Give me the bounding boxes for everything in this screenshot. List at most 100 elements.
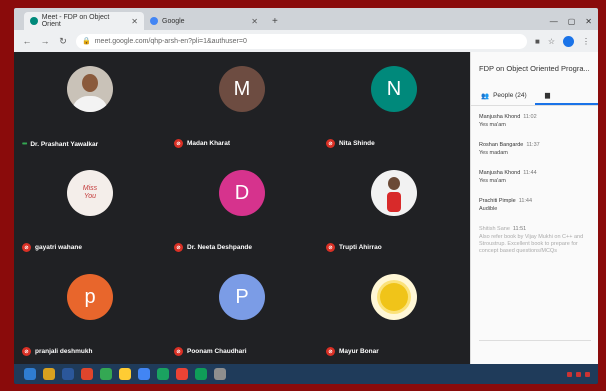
taskbar-app-icon[interactable] [100, 368, 112, 380]
taskbar-app-icon[interactable] [62, 368, 74, 380]
tab-google[interactable]: Google ✕ [144, 12, 264, 30]
participant-name-tag: ••• Dr. Prashant Yawalkar [22, 141, 98, 148]
participant-avatar [67, 66, 113, 112]
chat-time: 11:37 [526, 142, 540, 148]
participant-tile[interactable]: p ⊘ pranjali deshmukh [14, 260, 166, 364]
google-favicon-icon [150, 17, 158, 25]
camera-icon[interactable]: ■ [535, 37, 540, 46]
participant-tile[interactable]: Miss You ⊘ gayatri wahane [14, 156, 166, 260]
chat-messages: Manjusha Khond 11:02 Yes ma'am Roshan Banga… [479, 114, 595, 268]
start-icon[interactable] [24, 368, 36, 380]
chat-time: 11:02 [523, 114, 537, 120]
participant-tile[interactable]: D ⊘ Dr. Neeta Deshpande [166, 156, 318, 260]
taskbar-app-icon[interactable] [176, 368, 188, 380]
close-tab-icon[interactable]: ✕ [251, 17, 258, 26]
participant-tile[interactable]: N ⊘ Nita Shinde [318, 52, 470, 156]
maximize-icon[interactable]: ▢ [568, 17, 576, 26]
participant-name-tag: ⊘ pranjali deshmukh [22, 347, 92, 356]
new-tab-button[interactable]: + [264, 12, 286, 30]
minimize-icon[interactable]: — [550, 17, 558, 26]
participant-name-tag: ⊘ Mayur Bonar [326, 347, 379, 356]
participant-tile[interactable]: ••• Dr. Prashant Yawalkar [14, 52, 166, 156]
tray-icon[interactable] [585, 371, 590, 377]
participant-avatar: N [371, 66, 417, 112]
side-panel: FDP on Object Oriented Progra... 👥 Peopl… [470, 52, 598, 364]
lock-icon: 🔒 [82, 38, 91, 45]
laptop-screen: Meet - FDP on Object Orient ✕ Google ✕ +… [14, 8, 598, 384]
chat-sender: Manjusha Khond [479, 170, 521, 176]
people-icon: 👥 [481, 92, 490, 100]
chat-sender: Roshan Bangarde [479, 142, 524, 148]
chat-sender: Manjusha Khond [479, 114, 521, 120]
taskbar-app-icon[interactable] [138, 368, 150, 380]
mic-off-icon: ⊘ [22, 347, 31, 356]
video-grid: ••• Dr. Prashant Yawalkar M ⊘ Madan Kharat N ⊘… [14, 52, 470, 364]
menu-icon[interactable]: ⋮ [582, 37, 590, 46]
chat-message-meta: Manjusha Khond 11:44 [479, 170, 595, 176]
chat-message: Manjusha Khond 11:02 Yes ma'am [479, 114, 595, 129]
panel-tabs: 👥 People (24) ▆ [471, 86, 598, 106]
mic-off-icon: ⊘ [174, 139, 183, 148]
chat-message: Shitish Sane 11:51 Also refer book by Vija… [479, 226, 595, 255]
avatar-card-text: You [83, 193, 97, 200]
taskbar-app-icon[interactable] [195, 368, 207, 380]
chat-message-meta: Roshan Bangarde 11:37 [479, 142, 595, 148]
close-tab-icon[interactable]: ✕ [131, 17, 138, 26]
chat-time: 11:44 [518, 198, 533, 204]
participant-name: Mayur Bonar [339, 348, 379, 355]
meeting-title: FDP on Object Oriented Progra... [479, 64, 590, 73]
participant-name: Nita Shinde [339, 140, 375, 147]
chat-text: Yes madam [479, 150, 508, 156]
speaking-indicator-icon: ••• [22, 141, 27, 148]
reload-icon[interactable]: ↻ [58, 36, 68, 47]
meet-favicon-icon [30, 17, 38, 25]
avatar-card-text: Miss [82, 185, 98, 192]
mic-off-icon: ⊘ [22, 243, 31, 252]
mic-off-icon: ⊘ [174, 347, 183, 356]
chat-sender: Shitish Sane [479, 226, 510, 232]
tray-icon[interactable] [567, 371, 572, 377]
tab-meet-label: Meet - FDP on Object Orient [41, 14, 110, 28]
taskbar-app-icon[interactable] [81, 368, 93, 380]
participant-name: Poonam Chaudhari [187, 348, 247, 355]
window-controls: — ▢ ✕ [550, 12, 598, 30]
chat-message-meta: Shitish Sane 11:51 [479, 226, 595, 232]
participant-name: pranjali deshmukh [35, 348, 93, 355]
tab-meet[interactable]: Meet - FDP on Object Orient ✕ [24, 12, 144, 30]
participant-name-tag: ⊘ Poonam Chaudhari [174, 347, 247, 356]
chat-sender: Prachiti Pimple [479, 198, 516, 204]
taskbar-app-icon[interactable] [214, 368, 226, 380]
mic-off-icon: ⊘ [174, 243, 183, 252]
participant-avatar: D [219, 170, 265, 216]
back-icon[interactable]: ← [22, 36, 32, 46]
participant-avatar [371, 170, 417, 216]
tab-chat[interactable]: ▆ [535, 86, 598, 105]
address-bar[interactable]: 🔒 meet.google.com/qhp-arsh-en?pli=1&auth… [76, 33, 527, 49]
tray-icon[interactable] [576, 371, 581, 377]
participant-name: Dr. Prashant Yawalkar [30, 141, 99, 148]
chat-text: Yes ma'am [479, 122, 506, 128]
participant-name-tag: ⊘ Nita Shinde [326, 139, 375, 148]
taskbar-app-icon[interactable] [43, 368, 55, 380]
participant-avatar: p [67, 274, 113, 320]
forward-icon[interactable]: → [40, 36, 50, 46]
participant-tile[interactable]: M ⊘ Madan Kharat [166, 52, 318, 156]
profile-avatar[interactable] [563, 35, 574, 47]
chat-input[interactable] [479, 340, 591, 352]
participant-name: gayatri wahane [35, 244, 82, 251]
chat-message: Manjusha Khond 11:44 Yes ma'am [479, 170, 595, 185]
participant-tile[interactable]: ⊘ Mayur Bonar [318, 260, 470, 364]
chat-text: Also refer book by Vijay Mukhi on C++ an… [479, 234, 584, 254]
taskbar-app-icon[interactable] [157, 368, 169, 380]
tab-people[interactable]: 👥 People (24) [471, 86, 535, 105]
chat-text: Audible [479, 206, 498, 212]
chat-message-meta: Prachiti Pimple 11:44 [479, 198, 595, 204]
close-window-icon[interactable]: ✕ [585, 17, 592, 26]
taskbar-app-icon[interactable] [119, 368, 131, 380]
star-icon[interactable]: ☆ [548, 37, 555, 46]
participant-tile[interactable]: ⊘ Trupti Ahirrao [318, 156, 470, 260]
participant-name-tag: ⊘ Trupti Ahirrao [326, 243, 382, 252]
photo-frame: Meet - FDP on Object Orient ✕ Google ✕ +… [0, 0, 606, 391]
mic-off-icon: ⊘ [326, 139, 335, 148]
participant-tile[interactable]: P ⊘ Poonam Chaudhari [166, 260, 318, 364]
